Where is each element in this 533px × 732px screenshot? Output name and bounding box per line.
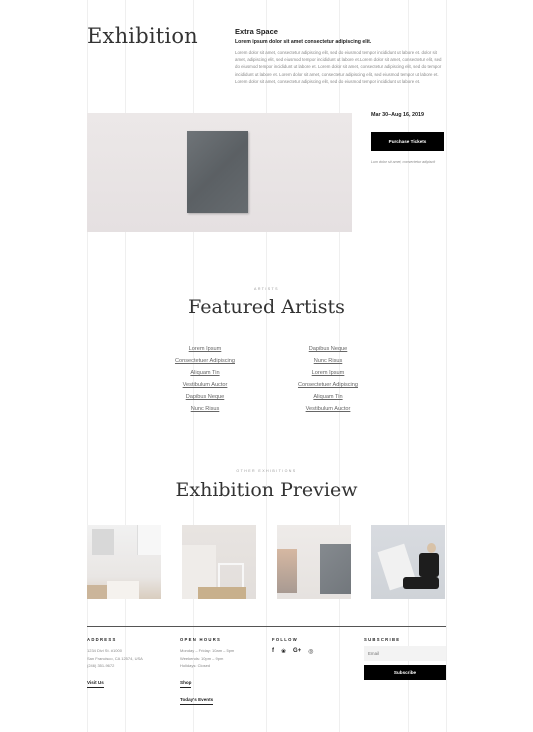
email-field[interactable] — [364, 646, 446, 661]
exhibition-hero-image — [87, 113, 352, 232]
artists-left-column: Lorem Ipsum Consectetuer Adipiscing Aliq… — [155, 343, 255, 415]
hours-block: Monday – Friday: 10am – 5pm Weekends: 10… — [180, 647, 234, 670]
artist-link[interactable]: Lorem Ipsum — [189, 343, 222, 355]
tickets-note: Lum dolor sit amet, consectetur adipisci… — [371, 160, 436, 164]
address-heading: ADDRESS — [87, 637, 117, 642]
footer-divider — [87, 626, 446, 627]
exhibition-description: Lorem dolor sit amet, consectetur adipis… — [235, 50, 442, 84]
guide-line — [87, 0, 88, 732]
hours-line: Weekends: 10pm – 9pm — [180, 655, 224, 661]
exhibition-title: Exhibition — [87, 24, 198, 48]
address-line: (246) 351-9672 — [87, 663, 115, 669]
artists-right-column: Dapibus Neque Nunc Risus Lorem Ipsum Con… — [278, 343, 378, 415]
guide-line — [446, 0, 447, 732]
hours-line: Holidays: Closed — [180, 663, 211, 669]
preview-thumbnail[interactable] — [182, 525, 256, 599]
hours-line: Monday – Friday: 10am – 5pm — [180, 648, 235, 653]
todays-events-link[interactable]: Today's Events — [180, 697, 214, 705]
facebook-icon[interactable]: f — [272, 648, 274, 655]
exhibition-dates: Mar 30–Aug 16, 2019 — [371, 112, 425, 118]
artists-eyebrow: ARTISTS — [254, 287, 279, 291]
google-plus-icon[interactable]: G+ — [293, 648, 301, 655]
open-hours-heading: OPEN HOURS — [180, 637, 222, 642]
exhibition-preview-title: Exhibition Preview — [175, 479, 358, 501]
preview-thumbnail[interactable] — [371, 525, 445, 599]
artist-link[interactable]: Dapibus Neque — [309, 343, 348, 355]
instagram-icon[interactable]: ◎ — [308, 648, 313, 655]
painting-artwork — [187, 131, 248, 213]
address-block: 1234 Divi St. #1000 San Francisco, CA 12… — [87, 647, 143, 670]
subscribe-heading: SUBSCRIBE — [364, 637, 401, 642]
twitter-icon[interactable]: ❀ — [281, 648, 286, 655]
artist-link[interactable]: Consectetuer Adipiscing — [298, 379, 358, 391]
guide-line — [408, 0, 409, 732]
exhibition-subheading: Lorem ipsum dolor sit amet consectetur a… — [235, 39, 372, 45]
social-icons: f ❀ G+ ◎ — [272, 648, 313, 655]
artist-link[interactable]: Nunc Risus — [191, 403, 220, 415]
preview-eyebrow: OTHER EXHIBITIONS — [236, 469, 297, 473]
guide-line — [266, 0, 267, 732]
follow-heading: FOLLOW — [272, 637, 298, 642]
visit-us-link[interactable]: Visit Us — [87, 680, 104, 688]
artist-link[interactable]: Dapibus Neque — [186, 391, 225, 403]
preview-thumbnail[interactable] — [87, 525, 161, 599]
guide-line — [125, 0, 126, 732]
artist-link[interactable]: Consectetuer Adipiscing — [175, 355, 235, 367]
featured-artists-title: Featured Artists — [188, 296, 345, 318]
address-line: 1234 Divi St. #1000 — [87, 648, 122, 653]
space-name: Extra Space — [235, 27, 278, 36]
address-line: San Francisco, CA 12574, USA — [87, 655, 143, 661]
artist-link[interactable]: Lorem Ipsum — [312, 367, 345, 379]
artist-link[interactable]: Vestibulum Auctor — [183, 379, 228, 391]
subscribe-button[interactable]: Subscribe — [364, 665, 446, 680]
purchase-tickets-button[interactable]: Purchase Tickets — [371, 132, 444, 151]
artist-link[interactable]: Aliquam Tin — [313, 391, 342, 403]
artist-link[interactable]: Aliquam Tin — [190, 367, 219, 379]
preview-thumbnail[interactable] — [277, 525, 351, 599]
artist-link[interactable]: Nunc Risus — [314, 355, 343, 367]
artist-link[interactable]: Vestibulum Auctor — [306, 403, 351, 415]
shop-link[interactable]: Shop — [180, 680, 192, 688]
